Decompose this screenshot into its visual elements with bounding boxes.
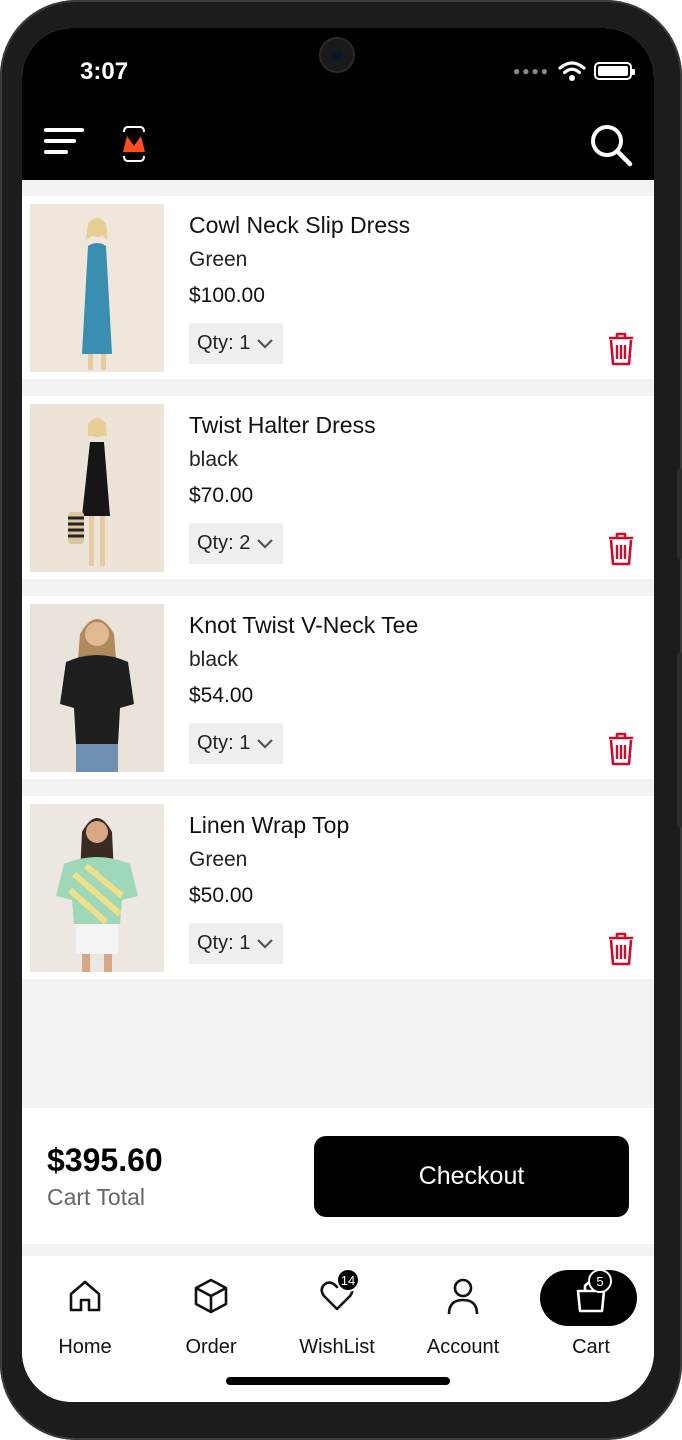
trash-icon[interactable] bbox=[606, 731, 636, 767]
chevron-down-icon bbox=[257, 538, 274, 549]
menu-button[interactable] bbox=[44, 128, 86, 158]
product-name[interactable]: Linen Wrap Top bbox=[189, 812, 349, 839]
menu-icon-line bbox=[44, 128, 84, 132]
nav-cart[interactable]: 5 Cart bbox=[528, 1256, 654, 1376]
nav-label: Home bbox=[58, 1336, 112, 1358]
status-time: 3:07 bbox=[80, 58, 129, 85]
product-price: $100.00 bbox=[189, 284, 265, 307]
menu-icon-line bbox=[44, 139, 76, 143]
side-button bbox=[677, 468, 682, 560]
checkout-button[interactable]: Checkout bbox=[314, 1136, 629, 1217]
front-camera bbox=[319, 37, 355, 73]
phone-frame: 3:07 ●●●● Cowl Neck Slip Dress Green $10… bbox=[0, 0, 682, 1440]
battery-icon bbox=[594, 62, 635, 80]
nav-account[interactable]: Account bbox=[400, 1256, 526, 1376]
trash-icon[interactable] bbox=[606, 531, 636, 567]
chevron-down-icon bbox=[257, 938, 274, 949]
cart-summary: $395.60 Cart Total Checkout bbox=[22, 1108, 654, 1244]
trash-icon[interactable] bbox=[606, 931, 636, 967]
nav-label: Cart bbox=[572, 1336, 610, 1358]
cart-item-list: Cowl Neck Slip Dress Green $100.00 Qty: … bbox=[22, 196, 654, 996]
search-icon[interactable] bbox=[588, 122, 634, 168]
person-icon bbox=[447, 1278, 479, 1315]
product-image[interactable] bbox=[30, 604, 164, 772]
product-color: Green bbox=[189, 848, 248, 871]
menu-icon-line bbox=[44, 150, 68, 154]
product-image[interactable] bbox=[30, 204, 164, 372]
nav-label: Account bbox=[426, 1336, 500, 1358]
home-indicator bbox=[226, 1377, 450, 1385]
signal-icon: ●●●● bbox=[513, 64, 550, 78]
nav-order[interactable]: Order bbox=[148, 1256, 274, 1376]
product-color: black bbox=[189, 448, 239, 471]
cart-item: Cowl Neck Slip Dress Green $100.00 Qty: … bbox=[22, 196, 654, 379]
home-icon bbox=[69, 1280, 101, 1312]
product-image[interactable] bbox=[30, 404, 164, 572]
quantity-select[interactable]: Qty: 1 bbox=[189, 923, 283, 964]
trash-icon[interactable] bbox=[606, 331, 636, 367]
wifi-icon bbox=[558, 61, 586, 81]
product-name[interactable]: Twist Halter Dress bbox=[189, 412, 376, 439]
product-name[interactable]: Knot Twist V-Neck Tee bbox=[189, 612, 418, 639]
nav-wishlist[interactable]: 14 WishList bbox=[274, 1256, 400, 1376]
cart-item: Linen Wrap Top Green $50.00 Qty: 1 bbox=[22, 796, 654, 979]
product-color: black bbox=[189, 648, 239, 671]
product-name[interactable]: Cowl Neck Slip Dress bbox=[189, 212, 410, 239]
quantity-value: Qty: 1 bbox=[197, 932, 251, 954]
brand-logo[interactable] bbox=[119, 124, 149, 164]
top-bar: 3:07 ●●●● bbox=[22, 28, 654, 180]
nav-label: Order bbox=[185, 1336, 237, 1358]
chevron-down-icon bbox=[257, 338, 274, 349]
chevron-down-icon bbox=[257, 738, 274, 749]
app-screen: 3:07 ●●●● Cowl Neck Slip Dress Green $10… bbox=[22, 28, 654, 1402]
quantity-select[interactable]: Qty: 1 bbox=[189, 323, 283, 364]
cart-total-amount: $395.60 bbox=[47, 1142, 163, 1178]
cart-total-label: Cart Total bbox=[47, 1184, 146, 1210]
status-icons: ●●●● bbox=[513, 60, 635, 82]
product-image[interactable] bbox=[30, 804, 164, 972]
wishlist-badge: 14 bbox=[336, 1268, 360, 1292]
quantity-value: Qty: 2 bbox=[197, 532, 251, 554]
quantity-select[interactable]: Qty: 1 bbox=[189, 723, 283, 764]
cart-item: Twist Halter Dress black $70.00 Qty: 2 bbox=[22, 396, 654, 579]
cart-badge: 5 bbox=[588, 1269, 612, 1293]
product-price: $54.00 bbox=[189, 684, 254, 707]
quantity-value: Qty: 1 bbox=[197, 332, 251, 354]
product-price: $50.00 bbox=[189, 884, 254, 907]
nav-home[interactable]: Home bbox=[22, 1256, 148, 1376]
product-color: Green bbox=[189, 248, 248, 271]
box-icon bbox=[194, 1278, 228, 1314]
nav-label: WishList bbox=[299, 1336, 375, 1358]
cart-item: Knot Twist V-Neck Tee black $54.00 Qty: … bbox=[22, 596, 654, 779]
product-price: $70.00 bbox=[189, 484, 254, 507]
quantity-value: Qty: 1 bbox=[197, 732, 251, 754]
side-button bbox=[677, 652, 682, 828]
quantity-select[interactable]: Qty: 2 bbox=[189, 523, 283, 564]
